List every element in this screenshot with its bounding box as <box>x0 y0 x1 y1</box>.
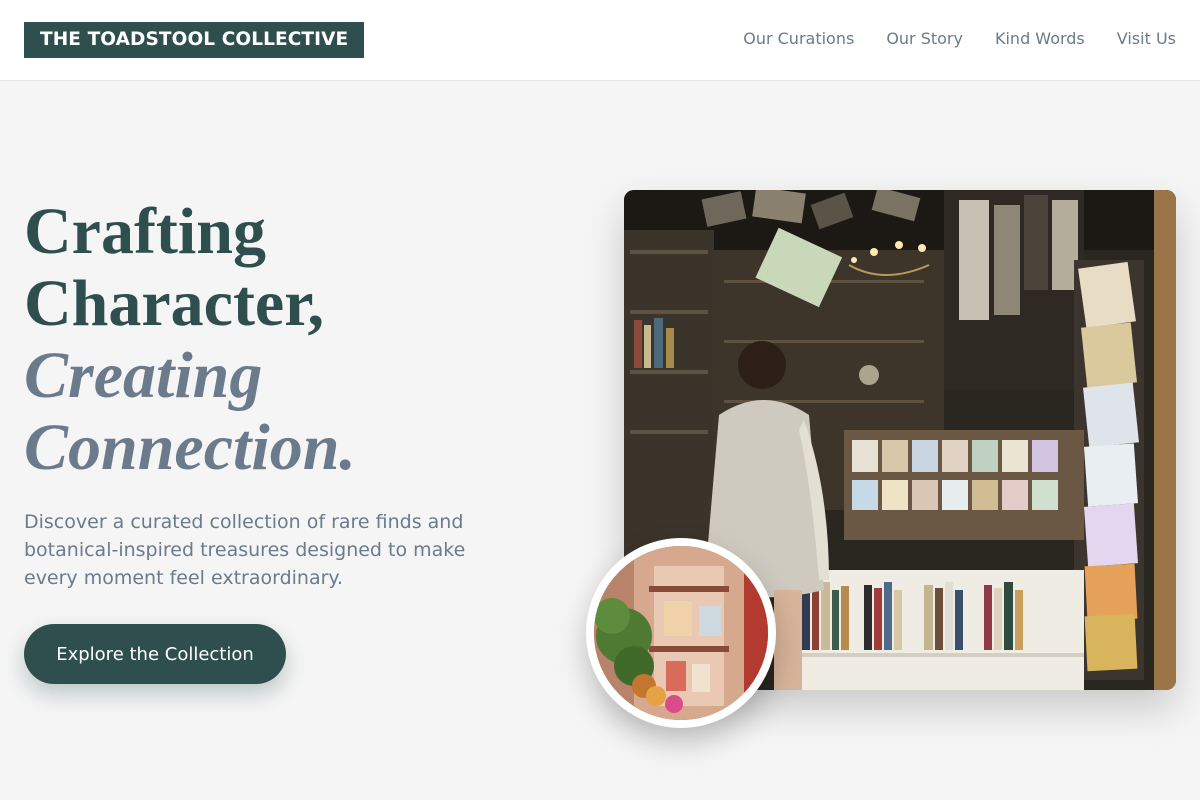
main-nav: Our Curations Our Story Kind Words Visit… <box>743 28 1176 50</box>
nav-link-our-curations[interactable]: Our Curations <box>743 28 854 50</box>
hero-headline-line-3: Creating <box>24 339 263 412</box>
brand-logo[interactable]: THE TOADSTOOL COLLECTIVE <box>24 22 365 58</box>
nav-link-visit-us[interactable]: Visit Us <box>1117 28 1176 50</box>
hero-headline-line-1: Crafting <box>24 195 266 268</box>
hero-description: Discover a curated collection of rare fi… <box>24 511 466 589</box>
nav-link-kind-words[interactable]: Kind Words <box>995 28 1085 50</box>
storefront-window-photo <box>586 538 776 728</box>
nav-link-our-story[interactable]: Our Story <box>886 28 963 50</box>
hero-headline-line-4: Connection. <box>24 411 356 484</box>
explore-collection-button[interactable]: Explore the Collection <box>24 624 286 684</box>
top-navigation-bar: THE TOADSTOOL COLLECTIVE Our Curations O… <box>0 0 1200 81</box>
hero-headline-line-2: Character, <box>24 267 324 340</box>
hero-headline: Crafting Character, Creating Connection. <box>24 196 564 484</box>
